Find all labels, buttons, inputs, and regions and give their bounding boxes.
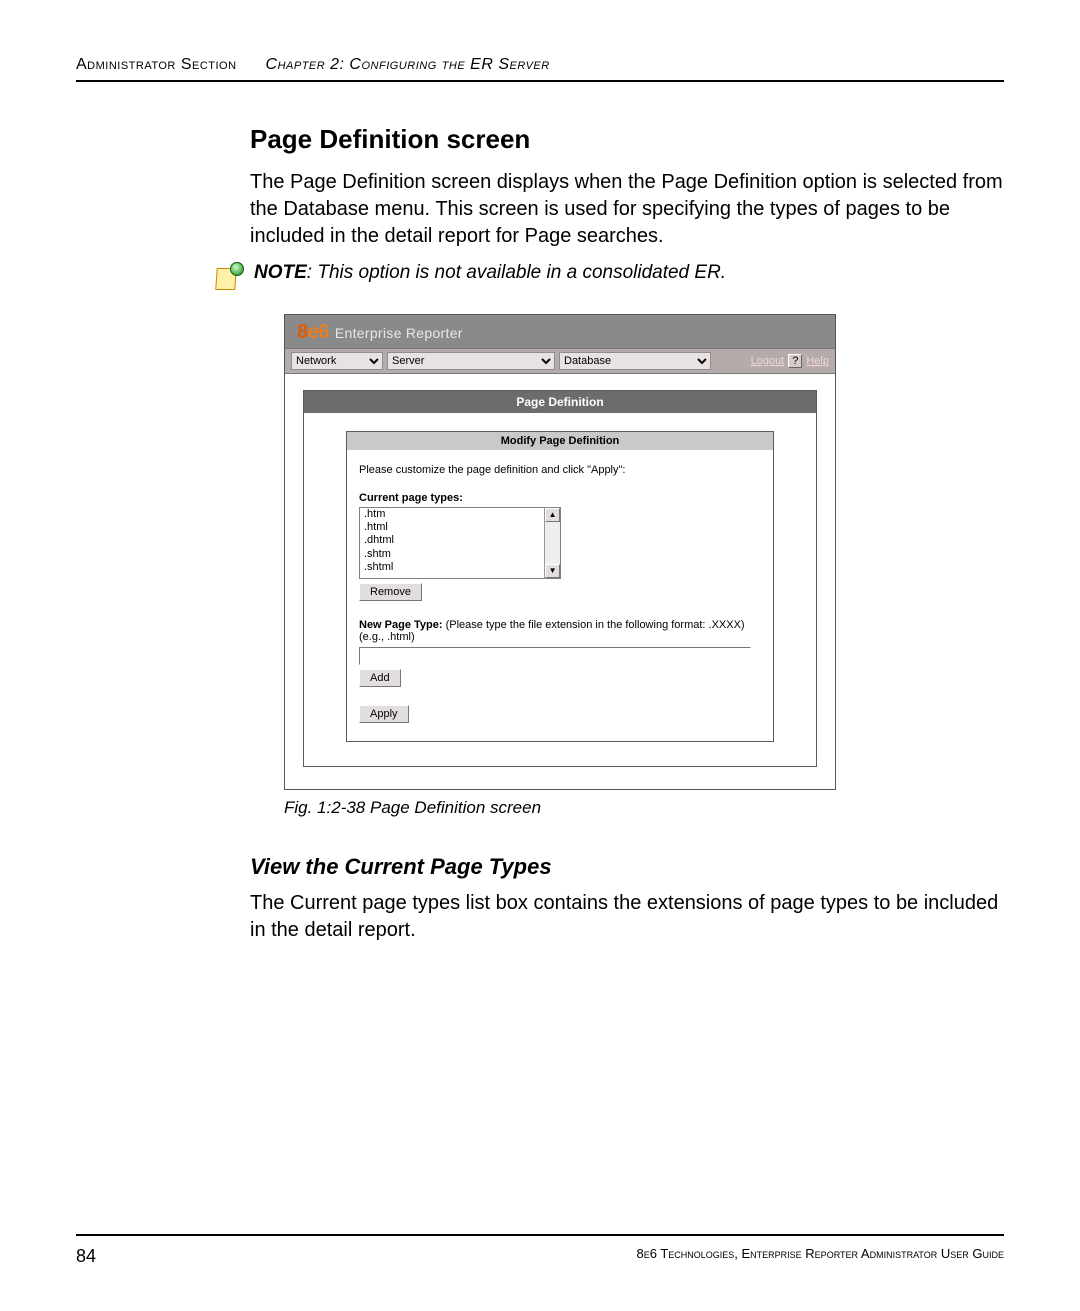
note-body: : This option is not available in a cons…	[307, 262, 726, 283]
instruction-text: Please customize the page definition and…	[359, 464, 761, 476]
new-type-input[interactable]	[359, 647, 751, 665]
scroll-down-icon[interactable]: ▼	[545, 564, 560, 578]
brand-logo: 8e6	[297, 321, 329, 344]
doc-page: Administrator Section Chapter 2: Configu…	[0, 0, 1080, 1311]
note-label: NOTE	[254, 262, 307, 283]
subsection-heading: View the Current Page Types	[250, 854, 1004, 880]
scroll-up-icon[interactable]: ▲	[545, 508, 560, 522]
page-number: 84	[76, 1246, 96, 1267]
network-menu[interactable]: Network	[291, 352, 383, 370]
new-type-label: New Page Type:	[359, 619, 443, 631]
subsection-paragraph: The Current page types list box contains…	[250, 890, 1004, 944]
types-listbox[interactable]: .htm .html .dhtml .shtm .shtml	[360, 508, 544, 578]
header-section: Administrator Section	[76, 56, 237, 73]
note-icon	[214, 262, 244, 292]
running-footer: 84 8e6 Technologies, Enterprise Reporter…	[76, 1234, 1004, 1267]
content-block: Page Definition screen The Page Definiti…	[250, 124, 1004, 250]
note-row: NOTE: This option is not available in a …	[214, 262, 1004, 292]
product-name: Enterprise Reporter	[335, 325, 463, 341]
remove-button[interactable]: Remove	[359, 583, 422, 601]
new-type-label-row: New Page Type: (Please type the file ext…	[359, 619, 761, 643]
menu-bar: Network Server Database Logout ? Help	[285, 348, 835, 374]
logout-link[interactable]: Logout	[751, 355, 785, 367]
database-menu[interactable]: Database	[559, 352, 711, 370]
modify-panel: Modify Page Definition Please customize …	[346, 431, 774, 742]
list-item: .html	[360, 521, 544, 534]
types-listbox-wrap: .htm .html .dhtml .shtm .shtml ▲	[359, 507, 561, 579]
figure: 8e6 Enterprise Reporter Network Server D…	[284, 314, 1004, 818]
panel-title: Page Definition	[304, 391, 816, 413]
note-text: NOTE: This option is not available in a …	[254, 262, 726, 284]
figure-caption: Fig. 1:2-38 Page Definition screen	[284, 798, 1004, 818]
help-q-button[interactable]: ?	[788, 354, 802, 368]
app-window: 8e6 Enterprise Reporter Network Server D…	[284, 314, 836, 790]
listbox-scrollbar: ▲ ▼	[544, 508, 560, 578]
subpanel-title: Modify Page Definition	[347, 432, 773, 450]
types-label: Current page types:	[359, 492, 761, 504]
list-item: .shtml	[360, 561, 544, 574]
list-item: .shtm	[360, 548, 544, 561]
page-definition-panel: Page Definition Modify Page Definition P…	[303, 390, 817, 767]
app-banner: 8e6 Enterprise Reporter	[285, 315, 835, 348]
header-chapter: Chapter 2: Configuring the ER Server	[266, 56, 550, 73]
guide-title: 8e6 Technologies, Enterprise Reporter Ad…	[636, 1246, 1004, 1267]
running-header: Administrator Section Chapter 2: Configu…	[76, 56, 1004, 82]
section-heading: Page Definition screen	[250, 124, 1004, 155]
app-body: Page Definition Modify Page Definition P…	[285, 374, 835, 789]
apply-button[interactable]: Apply	[359, 705, 409, 723]
add-button[interactable]: Add	[359, 669, 401, 687]
list-item: .htm	[360, 508, 544, 521]
list-item: .dhtml	[360, 534, 544, 547]
scroll-track[interactable]	[545, 522, 560, 564]
help-link[interactable]: Help	[806, 355, 829, 367]
server-menu[interactable]: Server	[387, 352, 555, 370]
intro-paragraph: The Page Definition screen displays when…	[250, 169, 1004, 250]
